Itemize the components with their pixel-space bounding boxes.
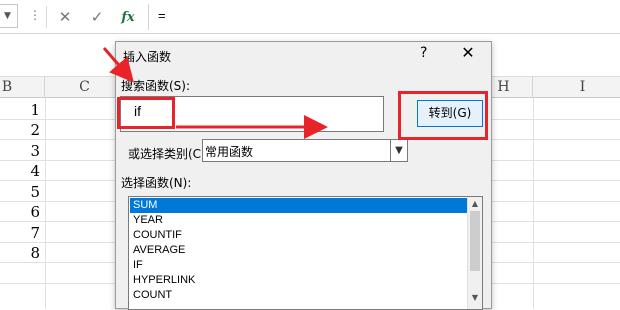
category-value: 常用函数 xyxy=(205,145,254,159)
dialog-title: 插入函数 xyxy=(123,50,172,64)
more-options-icon: ⋮ xyxy=(29,8,41,22)
annotation-box-goto xyxy=(398,91,488,140)
grid-line xyxy=(45,98,46,309)
category-label: 或选择类别(C): xyxy=(128,147,210,161)
scroll-down-icon[interactable]: ▼ xyxy=(468,293,482,302)
column-header-i[interactable]: I xyxy=(533,77,620,98)
formula-bar: ▼ ⋮ ✕ ✓ fx = xyxy=(0,0,620,34)
divider xyxy=(46,6,47,28)
row-number[interactable]: 5 xyxy=(20,183,40,201)
help-icon[interactable]: ? xyxy=(420,45,427,61)
list-item[interactable]: COUNT xyxy=(130,288,468,303)
list-item[interactable]: HYPERLINK xyxy=(130,273,468,288)
scroll-up-icon[interactable]: ▲ xyxy=(468,199,482,208)
name-box[interactable]: ▼ xyxy=(0,4,18,28)
list-item[interactable]: AVERAGE xyxy=(130,243,468,258)
row-number[interactable]: 1 xyxy=(20,101,40,119)
row-number[interactable]: 7 xyxy=(20,224,40,242)
row-number[interactable]: 4 xyxy=(20,162,40,180)
scroll-thumb[interactable] xyxy=(470,211,480,271)
row-number[interactable]: 6 xyxy=(20,203,40,221)
cancel-icon[interactable]: ✕ xyxy=(53,6,77,28)
grid-line xyxy=(533,98,534,309)
insert-function-icon[interactable]: fx xyxy=(116,6,140,28)
category-select[interactable]: 常用函数 ▼ xyxy=(202,139,408,162)
close-icon[interactable]: ✕ xyxy=(456,43,480,62)
search-function-label: 搜索函数(S): xyxy=(121,79,191,93)
formula-input[interactable]: = xyxy=(148,4,620,30)
column-header-b[interactable]: B xyxy=(0,77,45,98)
list-item[interactable]: YEAR xyxy=(130,213,468,228)
list-item[interactable]: IF xyxy=(130,258,468,273)
annotation-box-search xyxy=(117,97,175,129)
chevron-down-icon[interactable]: ▼ xyxy=(390,140,407,161)
column-header-c[interactable]: C xyxy=(45,77,125,98)
check-icon[interactable]: ✓ xyxy=(85,6,109,28)
insert-function-dialog: 插入函数 ? ✕ 搜索函数(S): if 转到(G) 或选择类别(C): 常用函… xyxy=(115,41,492,310)
list-item[interactable]: COUNTIF xyxy=(130,228,468,243)
function-list[interactable]: SUM YEAR COUNTIF AVERAGE IF HYPERLINK CO… xyxy=(128,196,483,310)
scrollbar[interactable]: ▲ ▼ xyxy=(467,197,482,309)
select-function-label: 选择函数(N): xyxy=(121,176,192,190)
chevron-down-icon[interactable]: ▼ xyxy=(4,11,11,21)
formula-text: = xyxy=(158,8,166,23)
row-number[interactable]: 2 xyxy=(20,121,40,139)
row-number[interactable]: 8 xyxy=(20,244,40,262)
row-number[interactable]: 3 xyxy=(20,142,40,160)
list-item[interactable]: SUM xyxy=(130,198,468,213)
